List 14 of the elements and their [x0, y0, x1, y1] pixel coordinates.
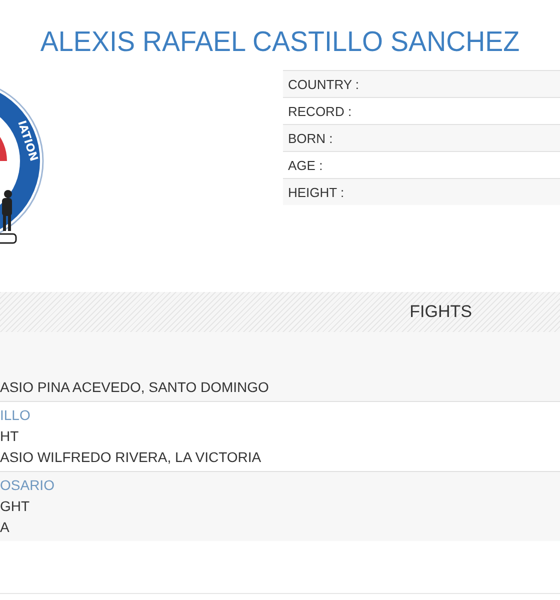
- weight-class: GHT: [0, 497, 30, 516]
- boxer-name: ALEXIS RAFAEL CASTILLO SANCHEZ: [39, 24, 521, 60]
- weight-class: HT: [0, 427, 19, 446]
- field-label: HEIGHT :: [288, 184, 344, 200]
- venue: ASIO PINA ACEVEDO, SANTO DOMINGO: [0, 378, 269, 397]
- venue: ASIO WILFREDO RIVERA, LA VICTORIA: [0, 448, 262, 467]
- field-label: BORN :: [288, 130, 333, 146]
- field-label: AGE :: [288, 158, 323, 172]
- opponent-name: OSARIO: [0, 476, 54, 495]
- field-label: COUNTRY :: [288, 76, 360, 92]
- field-label: RECORD :: [288, 104, 352, 118]
- opponent-name: ILLO: [0, 406, 30, 425]
- venue: A: [0, 518, 10, 537]
- section-title: FIGHTS: [410, 302, 472, 322]
